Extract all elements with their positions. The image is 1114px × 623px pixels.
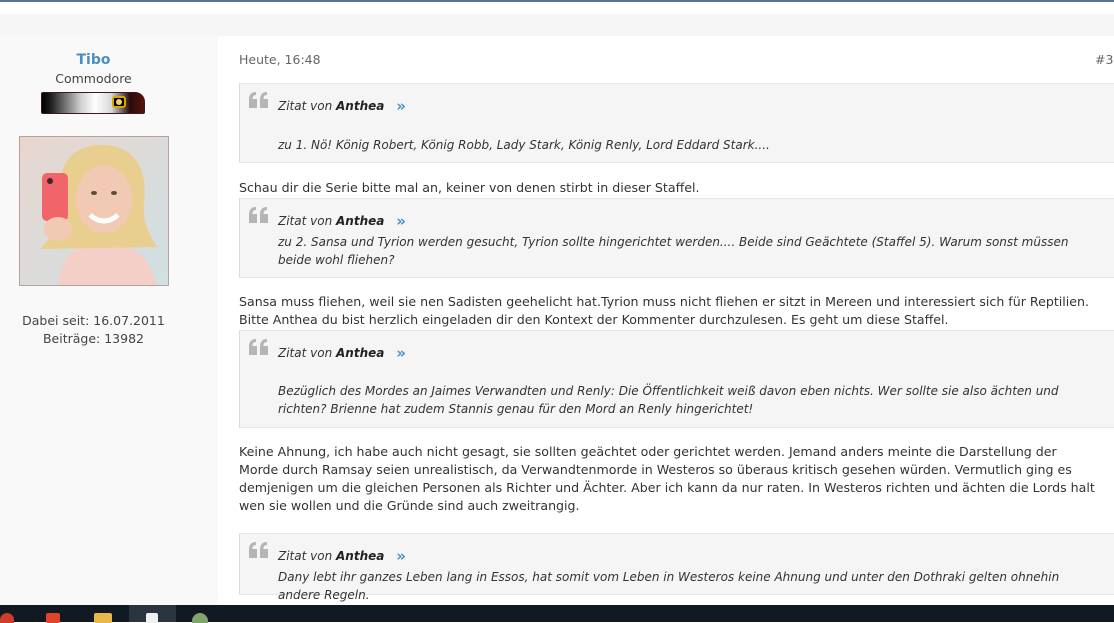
post-paragraph: Sansa muss fliehen, weil sie nen Sadiste… (239, 294, 1089, 327)
quote-icon (249, 92, 268, 108)
quote-author: Anthea (336, 214, 385, 228)
quote-icon (249, 207, 268, 223)
top-strip (0, 14, 1114, 36)
user-stats: Dabei seit: 16.07.2011 Beiträge: 13982 (0, 312, 187, 348)
quote-text: zu 1. Nö! König Robert, König Robb, Lady… (278, 138, 770, 152)
top-border (0, 0, 1114, 2)
quote-header: Zitat von Anthea » (278, 344, 406, 362)
quote-author: Anthea (336, 99, 385, 113)
rank-image (41, 92, 145, 114)
taskbar (0, 605, 1114, 623)
goto-quote-link[interactable]: » (396, 344, 406, 362)
quote-box: Zitat von Anthea » zu 1. Nö! König Rober… (239, 83, 1114, 163)
post-date: Heute, 16:48 (239, 52, 321, 67)
post-number-link[interactable]: #30 (1095, 52, 1114, 67)
quote-box: Zitat von Anthea » zu 2. Sansa und Tyrio… (239, 198, 1114, 278)
post-paragraph: Keine Ahnung, ich habe auch nicht gesagt… (239, 444, 1095, 513)
join-date: Dabei seit: 16.07.2011 (22, 313, 165, 328)
quote-text: Bezüglich des Mordes an Jaimes Verwandte… (278, 384, 1059, 416)
goto-quote-link[interactable]: » (396, 97, 406, 115)
quote-icon (249, 339, 268, 355)
quote-icon (249, 542, 268, 558)
quote-text: zu 2. Sansa und Tyrion werden gesucht, T… (278, 235, 1069, 267)
user-title: Commodore (55, 71, 132, 86)
quote-author: Anthea (336, 549, 385, 563)
post-paragraph: Schau dir die Serie bitte mal an, keiner… (239, 180, 700, 195)
post-count: Beiträge: 13982 (42, 331, 144, 346)
user-sidebar: Tibo Commodore Dabei seit: 16.07.2011 Be… (0, 36, 218, 605)
avatar[interactable] (19, 136, 169, 286)
quote-header: Zitat von Anthea » (278, 97, 406, 115)
goto-quote-link[interactable]: » (396, 212, 406, 230)
quote-header: Zitat von Anthea » (278, 547, 406, 565)
quote-text: Dany lebt ihr ganzes Leben lang in Essos… (278, 570, 1060, 602)
quote-box: Zitat von Anthea » Bezüglich des Mordes … (239, 330, 1114, 428)
post-content: Heute, 16:48 #30 Zitat von Anthea » zu 1… (239, 36, 1114, 605)
quote-author: Anthea (336, 346, 385, 360)
quote-box: Zitat von Anthea » Dany lebt ihr ganzes … (239, 533, 1114, 602)
goto-quote-link[interactable]: » (396, 547, 406, 565)
username-link[interactable]: Tibo (0, 52, 187, 68)
quote-header: Zitat von Anthea » (278, 212, 406, 230)
